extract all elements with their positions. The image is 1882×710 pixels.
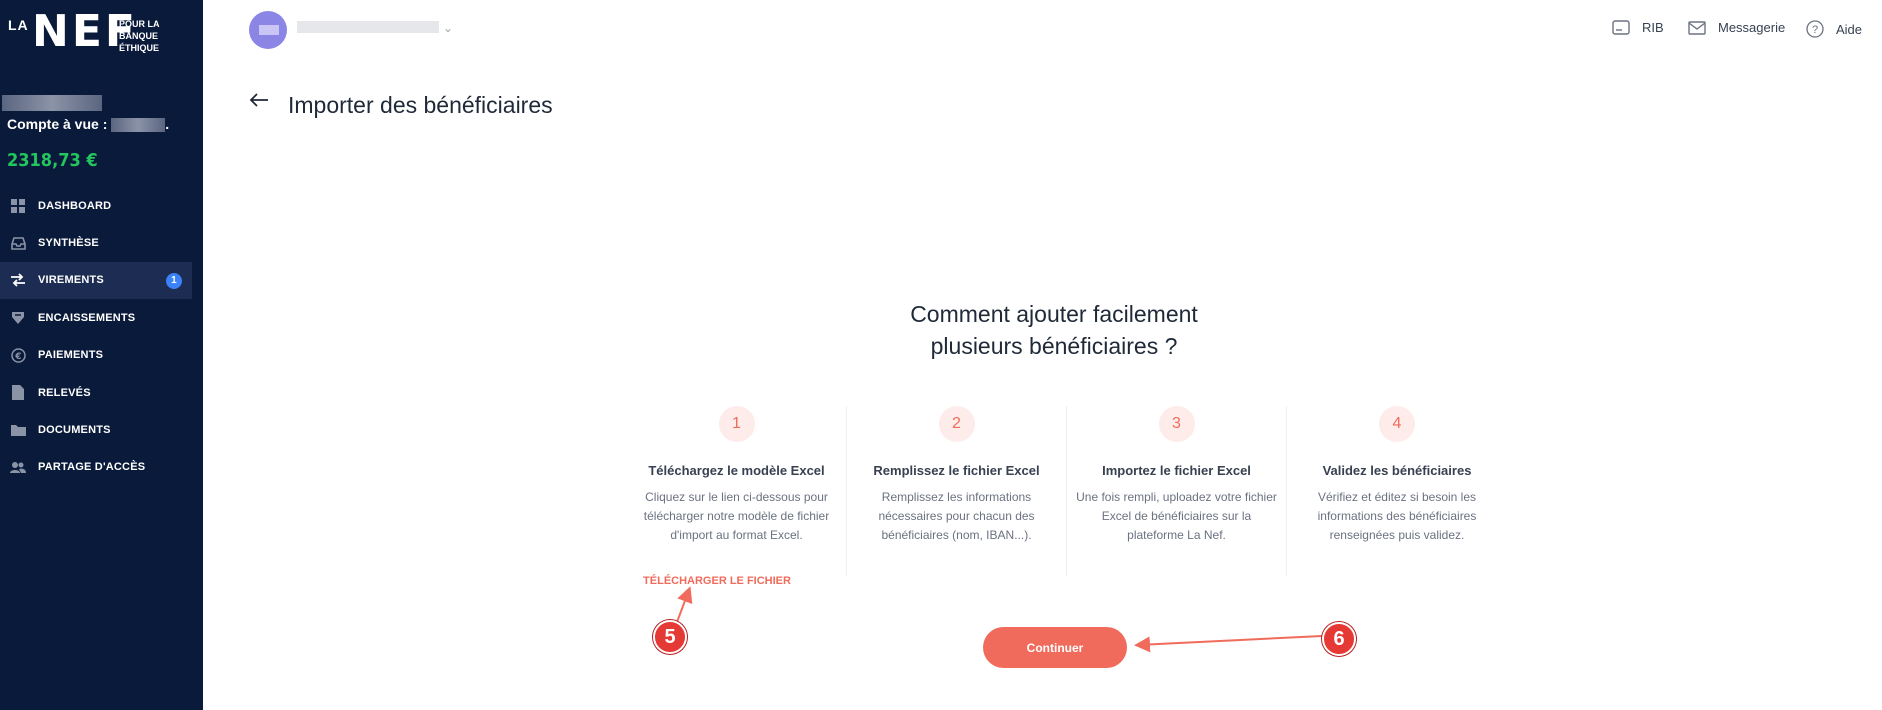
annotation-marker-5: 5 — [653, 620, 687, 654]
annotation-marker-6: 6 — [1322, 622, 1356, 656]
annotation-arrow-6 — [1134, 635, 1323, 653]
annotation-arrows — [676, 586, 1323, 653]
annotation-arrow-5 — [676, 586, 693, 623]
